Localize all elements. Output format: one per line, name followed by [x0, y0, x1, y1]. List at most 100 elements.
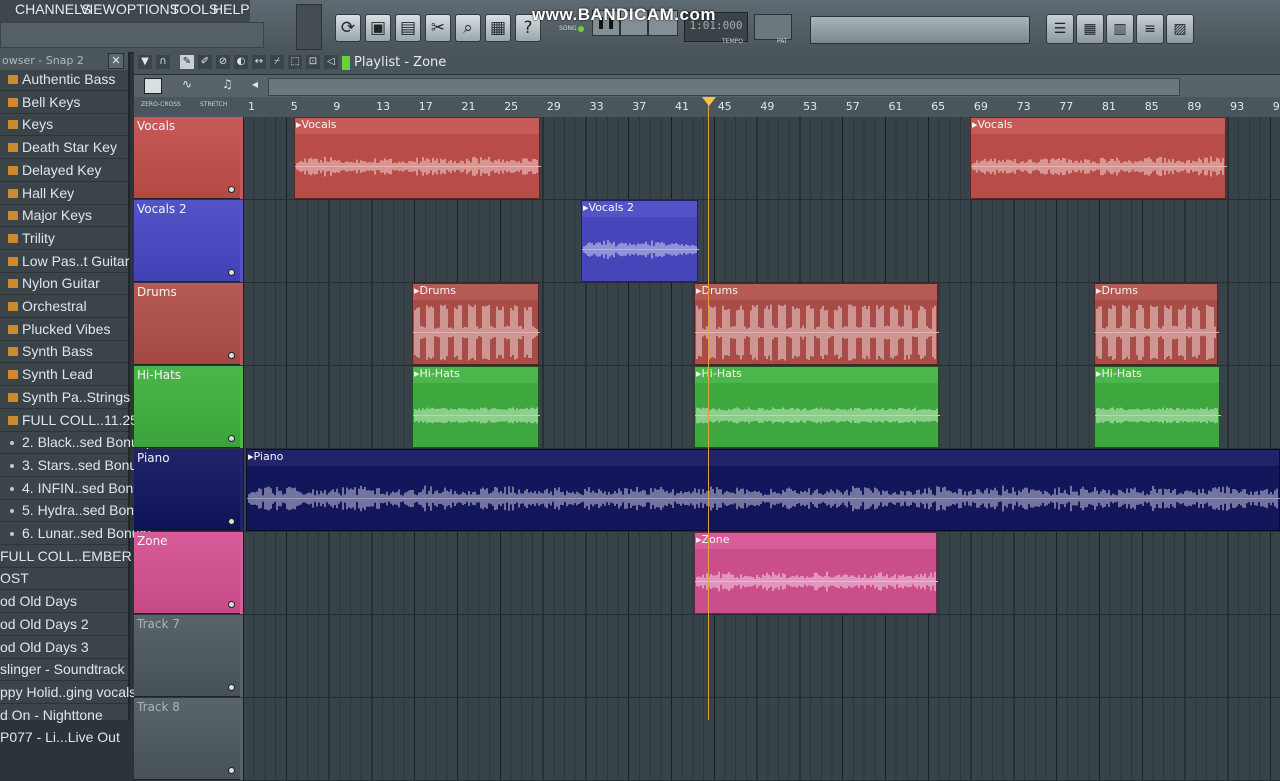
audio-clip[interactable]: ▸Vocals 2 [581, 200, 699, 282]
audio-clip[interactable]: ▸Piano [246, 449, 1280, 531]
track-mute-led[interactable] [228, 435, 235, 442]
playlist-icon[interactable]: ☰ [1046, 14, 1074, 44]
track-mute-led[interactable] [228, 186, 235, 193]
track-mute-led[interactable] [228, 767, 235, 774]
browser-item[interactable]: FULL COLL..EMBER 25th [0, 547, 163, 568]
track-header[interactable]: Vocals [134, 117, 240, 199]
playhead-marker[interactable] [702, 97, 716, 106]
menu-help[interactable]: HELP [213, 1, 250, 17]
track-header[interactable]: Track 7 [134, 615, 240, 697]
pattern-selector[interactable] [754, 14, 792, 40]
song-mode-led[interactable] [578, 26, 584, 32]
track-lane[interactable] [243, 200, 1280, 283]
audio-clip[interactable]: ▸Hi-Hats [412, 366, 540, 448]
browser-item[interactable]: slinger - Soundtrack [0, 660, 128, 682]
master-volume-slider[interactable] [296, 4, 322, 50]
browser-item[interactable]: Nylon Guitar [0, 274, 128, 296]
snap-icon[interactable]: ∩ [156, 55, 170, 69]
clip-header[interactable] [695, 533, 936, 549]
browser-item[interactable]: FULL COLL..11.25.20 [0, 411, 157, 432]
track-mute-led[interactable] [228, 352, 235, 359]
track-header[interactable]: Drums [134, 283, 240, 365]
audio-clip[interactable]: ▸Drums [694, 283, 939, 365]
browser-item[interactable]: Synth Bass [0, 342, 128, 364]
stretch-toggle[interactable]: STRETCH [200, 101, 227, 108]
browser-item[interactable]: Low Pas..t Guitar [0, 252, 129, 273]
browser-item[interactable]: 2. Black..sed Bonus) [0, 433, 150, 455]
track-lane[interactable] [243, 698, 1280, 781]
audio-clip[interactable]: ▸Hi-Hats [694, 366, 940, 448]
audio-clip[interactable]: ▸Hi-Hats [1094, 366, 1221, 448]
browser-item[interactable]: ppy Holid..ging vocals [0, 683, 136, 704]
playlist-play-icon[interactable] [342, 56, 350, 70]
track-lane[interactable] [243, 615, 1280, 698]
browser-item[interactable]: d On - Nighttone [0, 706, 128, 727]
browser-item[interactable]: Synth Lead [0, 365, 128, 387]
browser-item[interactable]: Plucked Vibes [0, 320, 128, 341]
browser-item[interactable]: 6. Lunar..sed Bonus) [0, 524, 151, 545]
browser-item[interactable]: Authentic Bass [0, 70, 128, 91]
track-mute-led[interactable] [228, 518, 235, 525]
browser-item[interactable]: Major Keys [0, 206, 128, 228]
step-sequencer-icon[interactable]: ▦ [1076, 14, 1104, 44]
track-mute-led[interactable] [228, 601, 235, 608]
menu-arrow-icon[interactable]: ▼ [138, 55, 152, 69]
document-icon[interactable]: ▦ [485, 14, 511, 42]
refresh-icon[interactable]: ⟳ [335, 14, 361, 42]
mute-icon[interactable]: ◐ [234, 55, 248, 69]
audio-clip[interactable]: ▸Drums [412, 283, 540, 365]
automation-icon[interactable]: ∿ [182, 77, 192, 91]
audio-clip[interactable]: ▸Zone [694, 532, 938, 614]
browser-item[interactable]: 4. INFIN..sed Bonus) [0, 479, 153, 500]
menu-options[interactable]: OPTIONS [116, 1, 179, 17]
piano-roll-icon[interactable]: ▥ [1106, 14, 1134, 44]
save-icon[interactable]: ▣ [365, 14, 391, 42]
browser-item[interactable]: Orchestral [0, 297, 128, 318]
browser-item[interactable]: OST [0, 569, 128, 591]
browser-item[interactable]: Bell Keys [0, 93, 128, 114]
disk-icon[interactable]: ▤ [395, 14, 421, 42]
audio-clip[interactable]: ▸Drums [1094, 283, 1219, 365]
audio-clip[interactable]: ▸Vocals [970, 117, 1227, 199]
slip-icon[interactable]: ↔ [252, 55, 266, 69]
browser-item[interactable]: Synth Pa..Strings [0, 388, 130, 409]
pattern-icon[interactable] [144, 78, 162, 94]
browser-icon[interactable]: ≡ [1136, 14, 1164, 44]
track-header[interactable]: Vocals 2 [134, 200, 240, 282]
track-mute-led[interactable] [228, 269, 235, 276]
track-mute-led[interactable] [228, 684, 235, 691]
audio-clip[interactable]: ▸Vocals [294, 117, 541, 199]
browser-item[interactable]: Hall Key [0, 184, 128, 205]
zero-cross-toggle[interactable]: ZERO-CROSS [141, 101, 181, 108]
menu-view[interactable]: VIEW [80, 1, 116, 17]
clip-header[interactable] [247, 450, 1279, 466]
slice-icon[interactable]: ⌿ [270, 55, 284, 69]
magnify-icon[interactable]: ⌕ [455, 14, 481, 42]
track-header[interactable]: Hi-Hats [134, 366, 240, 448]
zoom-icon[interactable]: ⊡ [306, 55, 320, 69]
playback-icon[interactable]: ◁ [324, 55, 338, 69]
playlist-title[interactable]: Playlist - Zone [354, 55, 446, 70]
draw-icon[interactable]: ✎ [180, 55, 194, 69]
horizontal-scrollbar[interactable] [268, 78, 1180, 96]
track-header[interactable]: Zone [134, 532, 240, 614]
menu-tools[interactable]: TOOLS [171, 1, 218, 17]
paint-icon[interactable]: ✐ [198, 55, 212, 69]
cut-icon[interactable]: ✂ [425, 14, 451, 42]
audio-clip-icon[interactable]: ♫ [222, 77, 233, 91]
track-header[interactable]: Track 8 [134, 698, 240, 780]
browser-item[interactable]: Keys [0, 115, 128, 137]
browser-item[interactable]: Trility [0, 229, 128, 250]
delete-icon[interactable]: ⊘ [216, 55, 230, 69]
browser-item[interactable]: od Old Days [0, 592, 128, 614]
scroll-left-icon[interactable]: ◂ [252, 77, 258, 91]
browser-item[interactable]: 3. Stars..sed Bonus) [0, 456, 149, 477]
browser-item[interactable]: od Old Days 2 [0, 615, 128, 636]
browser-item[interactable]: od Old Days 3 [0, 638, 128, 659]
browser-item[interactable]: Delayed Key [0, 161, 128, 182]
browser-item[interactable]: P077 - Li...Live Out [0, 728, 128, 750]
track-header[interactable]: Piano [134, 449, 240, 531]
browser-item[interactable]: Death Star Key [0, 138, 128, 160]
mixer-icon[interactable]: ▨ [1166, 14, 1194, 44]
close-icon[interactable]: ✕ [108, 53, 124, 69]
